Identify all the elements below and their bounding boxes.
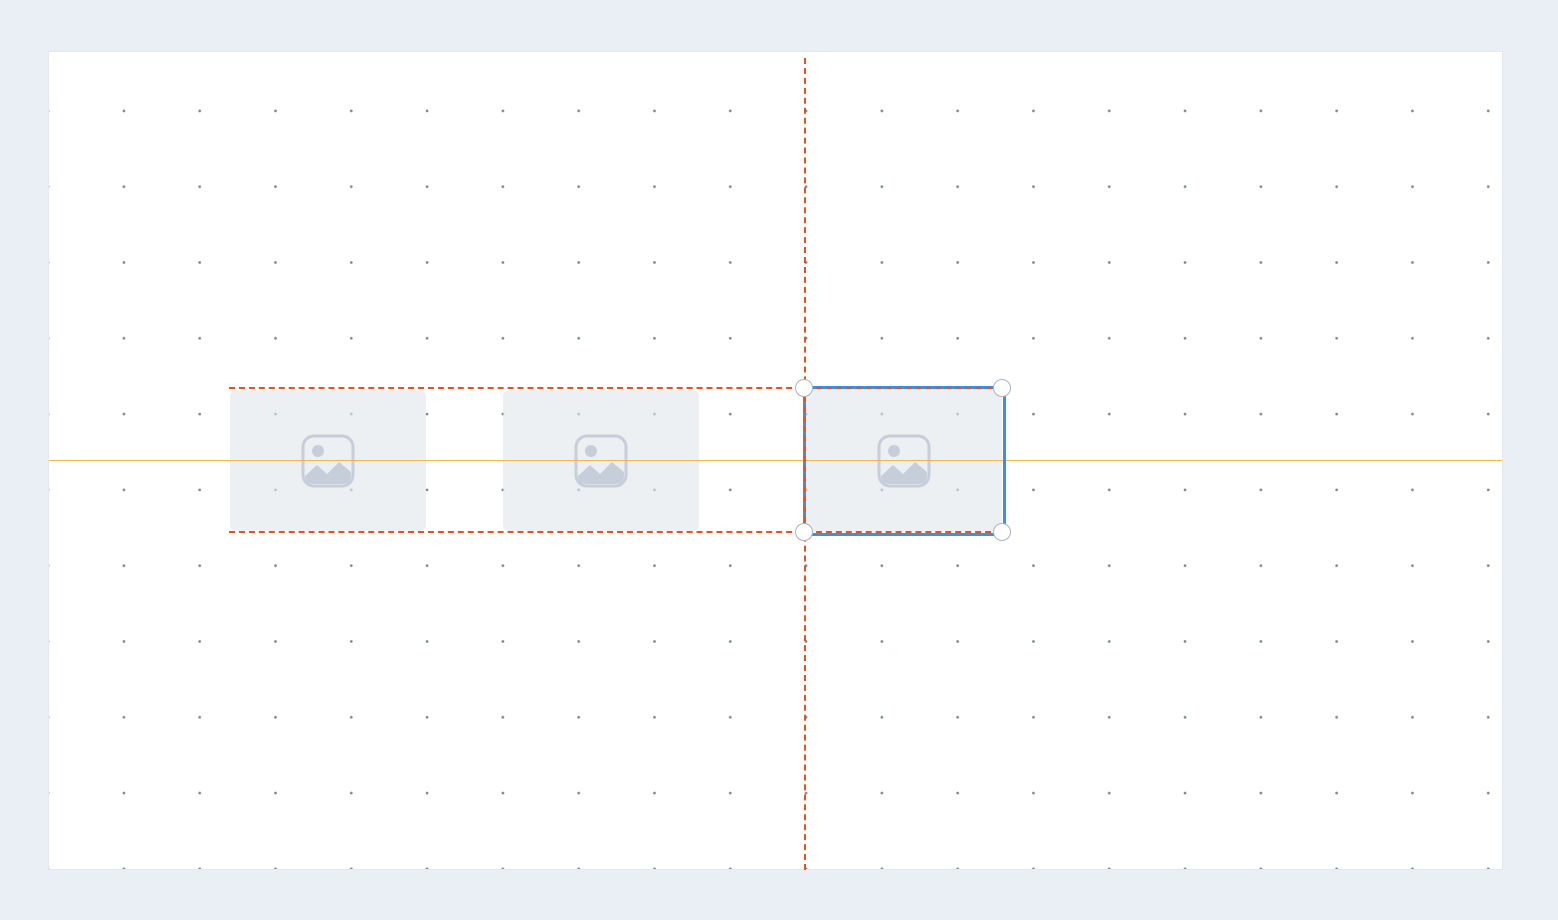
bottom-alignment-guide [229,531,1001,533]
resize-handle-top-left[interactable] [795,379,813,397]
selection-frame[interactable] [803,386,1006,536]
resize-handle-bottom-right[interactable] [993,523,1011,541]
top-alignment-guide [229,387,1001,389]
resize-handle-top-right[interactable] [993,379,1011,397]
resize-handle-bottom-left[interactable] [795,523,813,541]
horizontal-center-guide [49,460,1502,461]
vertical-alignment-guide [804,58,806,870]
